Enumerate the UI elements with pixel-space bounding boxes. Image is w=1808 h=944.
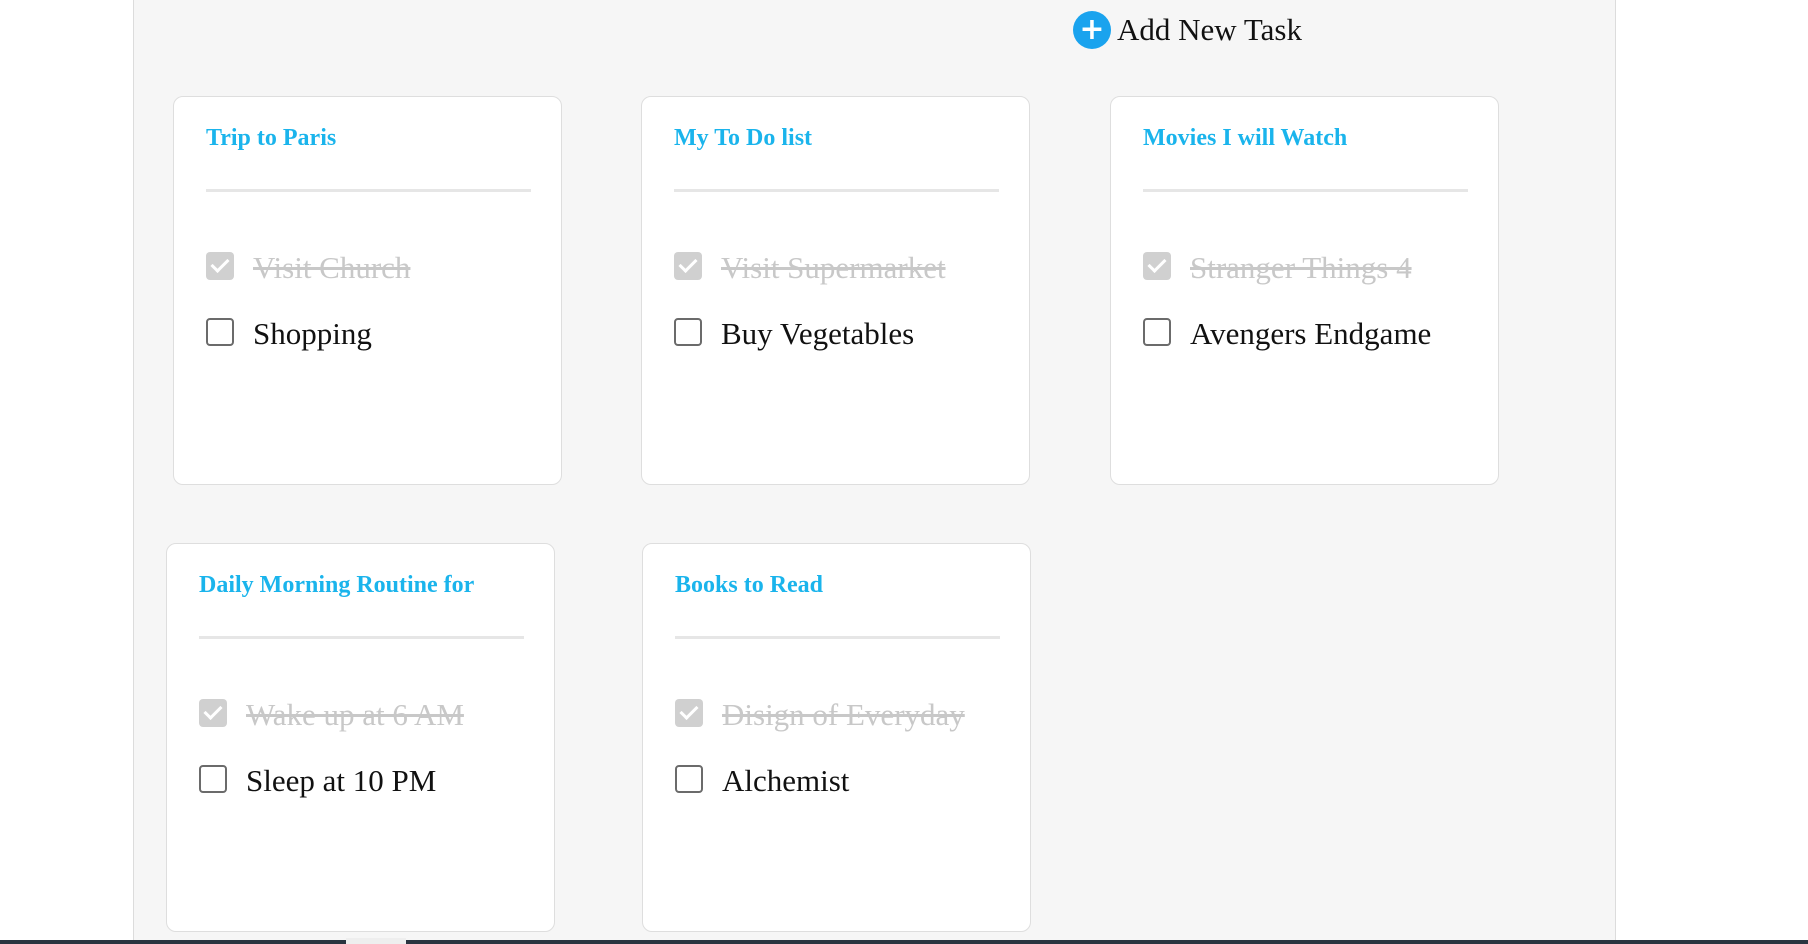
task-card: Movies I will Watch Stranger Things 4 Av… — [1110, 96, 1499, 485]
add-new-task-button[interactable]: + Add New Task — [1073, 10, 1302, 50]
scrollbar-thumb[interactable] — [346, 938, 406, 944]
card-title[interactable]: My To Do list — [674, 125, 812, 152]
task-label: Shopping — [253, 316, 372, 351]
task-item[interactable]: Visit Supermarket — [674, 249, 946, 287]
task-item[interactable]: Avengers Endgame — [1143, 315, 1431, 353]
task-checkbox-checked[interactable] — [675, 699, 703, 727]
page: + Add New Task Trip to Paris Visit Churc… — [0, 0, 1808, 944]
task-label: Visit Supermarket — [721, 250, 946, 285]
task-item[interactable]: Wake up at 6 AM — [199, 696, 464, 734]
card-divider — [206, 189, 531, 192]
card-divider — [199, 636, 524, 639]
task-label: Alchemist — [722, 763, 850, 798]
card-divider — [675, 636, 1000, 639]
task-item[interactable]: Stranger Things 4 — [1143, 249, 1412, 287]
task-item[interactable]: Alchemist — [675, 762, 849, 800]
card-title[interactable]: Movies I will Watch — [1143, 125, 1347, 152]
add-new-task-label: Add New Task — [1117, 12, 1302, 47]
task-label: Wake up at 6 AM — [246, 697, 464, 732]
task-checkbox[interactable] — [1143, 318, 1171, 346]
task-checkbox-checked[interactable] — [1143, 252, 1171, 280]
task-label: Disign of Everyday — [722, 697, 965, 732]
card-title[interactable]: Trip to Paris — [206, 125, 336, 152]
task-label: Stranger Things 4 — [1190, 250, 1412, 285]
task-card: Trip to Paris Visit Church Shopping — [173, 96, 562, 485]
card-divider — [1143, 189, 1468, 192]
task-label: Buy Vegetables — [721, 316, 915, 351]
task-card: My To Do list Visit Supermarket Buy Vege… — [641, 96, 1030, 485]
card-title[interactable]: Books to Read — [675, 572, 823, 599]
task-label: Sleep at 10 PM — [246, 763, 437, 798]
task-item[interactable]: Sleep at 10 PM — [199, 762, 436, 800]
task-board: + Add New Task Trip to Paris Visit Churc… — [133, 0, 1616, 940]
task-label: Visit Church — [253, 250, 411, 285]
card-divider — [674, 189, 999, 192]
card-title[interactable]: Daily Morning Routine for — [199, 572, 474, 599]
task-checkbox[interactable] — [199, 765, 227, 793]
task-checkbox-checked[interactable] — [674, 252, 702, 280]
task-item[interactable]: Visit Church — [206, 249, 410, 287]
taskbar-strip — [0, 940, 1808, 944]
plus-circle-icon: + — [1073, 11, 1111, 49]
task-card: Books to Read Disign of Everyday Alchemi… — [642, 543, 1031, 932]
task-card: Daily Morning Routine for Wake up at 6 A… — [166, 543, 555, 932]
task-checkbox-checked[interactable] — [199, 699, 227, 727]
task-item[interactable]: Buy Vegetables — [674, 315, 914, 353]
task-checkbox[interactable] — [206, 318, 234, 346]
task-item[interactable]: Disign of Everyday — [675, 696, 965, 734]
task-checkbox-checked[interactable] — [206, 252, 234, 280]
task-checkbox[interactable] — [675, 765, 703, 793]
task-label: Avengers Endgame — [1190, 316, 1432, 351]
task-item[interactable]: Shopping — [206, 315, 372, 353]
task-checkbox[interactable] — [674, 318, 702, 346]
